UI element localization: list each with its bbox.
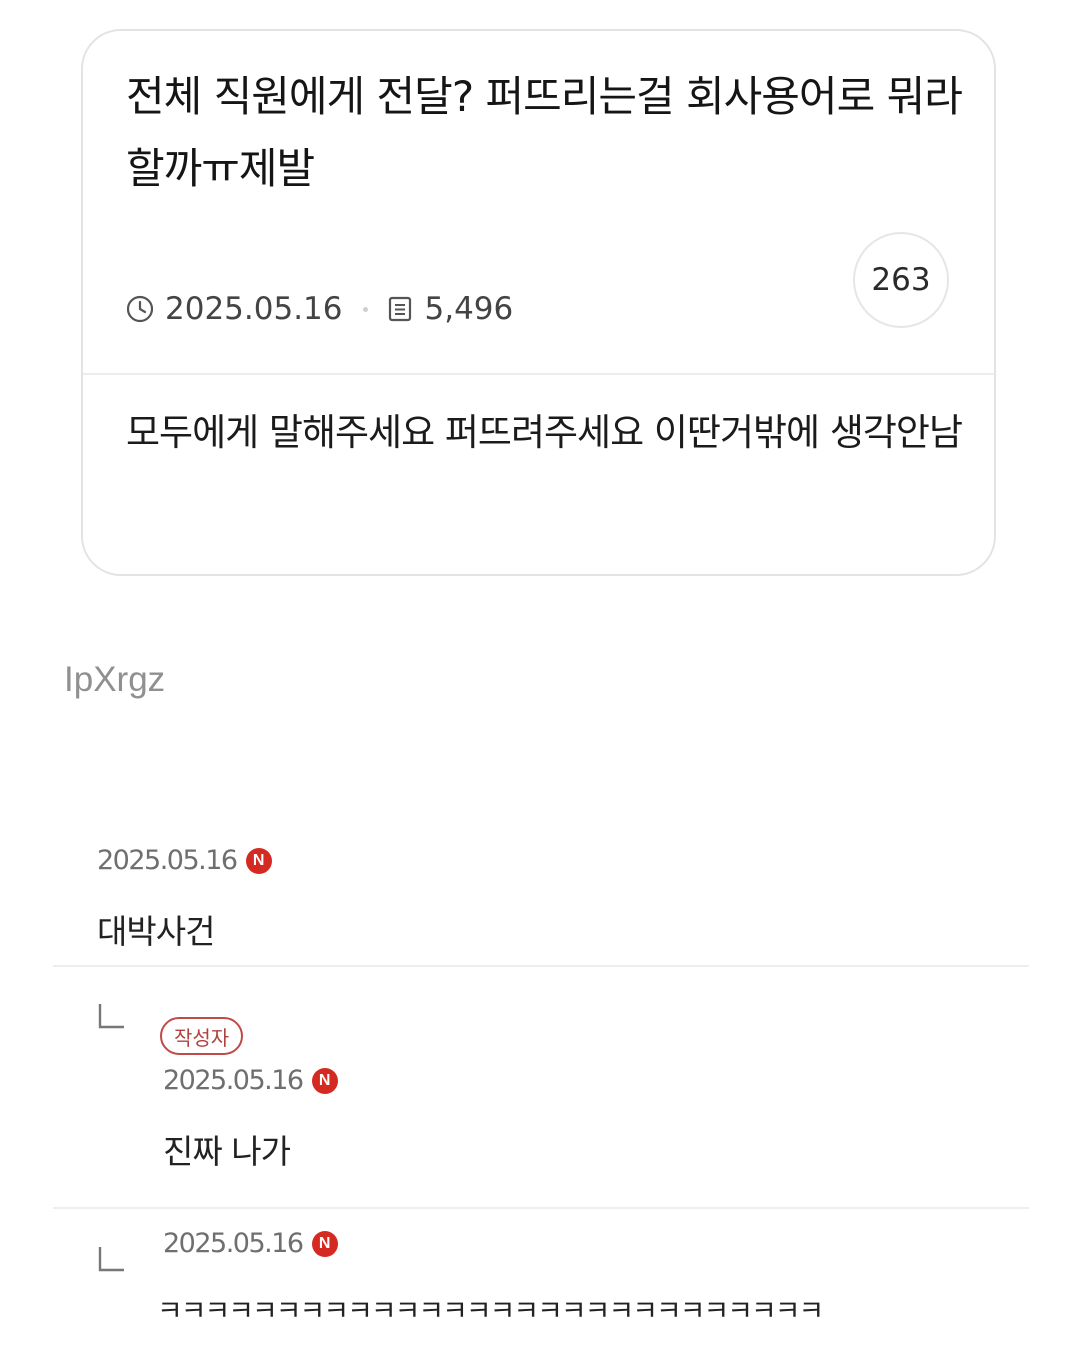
clock-icon: [126, 295, 154, 323]
author-badge: 작성자: [160, 1017, 244, 1055]
reply-arrow-icon: [98, 1247, 124, 1272]
new-badge-icon: N: [245, 847, 272, 874]
new-badge-icon: N: [311, 1230, 338, 1257]
post-title: 전체 직원에게 전달? 퍼뜨리는걸 회사용어로 뭐라할까ㅠ제발: [126, 72, 963, 193]
post-meta: 2025.05.16 5,496: [126, 285, 513, 333]
meta-separator: [362, 306, 368, 312]
post-body: 모두에게 말해주세요 퍼뜨려주세요 이딴거밖에 생각안남: [126, 411, 963, 454]
reply-date: 2025.05.16 N: [163, 1228, 338, 1259]
reply-date-text: 2025.05.16: [163, 1228, 304, 1259]
comment-date-text: 2025.05.16: [97, 845, 238, 876]
document-icon: [388, 296, 411, 322]
comment-divider: [53, 1207, 1029, 1209]
reply-text: ㅋㅋㅋㅋㅋㅋㅋㅋㅋㅋㅋㅋㅋㅋㅋㅋㅋㅋㅋㅋㅋㅋㅋㅋㅋㅋㅋㅋ: [157, 1294, 824, 1327]
comment-count-button[interactable]: 263: [853, 232, 949, 328]
post-date: 2025.05.16: [165, 291, 343, 327]
reply-arrow-icon: [98, 1004, 124, 1029]
reply-date-text: 2025.05.16: [163, 1065, 304, 1096]
card-divider: [83, 373, 994, 375]
watermark: IpXrgz: [64, 660, 166, 699]
comment-divider: [53, 965, 1029, 967]
post-views: 5,496: [424, 291, 514, 327]
reply-text: 진짜 나가: [163, 1132, 291, 1171]
new-badge-icon: N: [311, 1067, 338, 1094]
post-card[interactable]: 전체 직원에게 전달? 퍼뜨리는걸 회사용어로 뭐라할까ㅠ제발 2025.05.…: [81, 29, 996, 576]
comment-text: 대박사건: [97, 912, 215, 951]
reply-date: 2025.05.16 N: [163, 1065, 338, 1096]
comment-date: 2025.05.16 N: [97, 845, 272, 876]
